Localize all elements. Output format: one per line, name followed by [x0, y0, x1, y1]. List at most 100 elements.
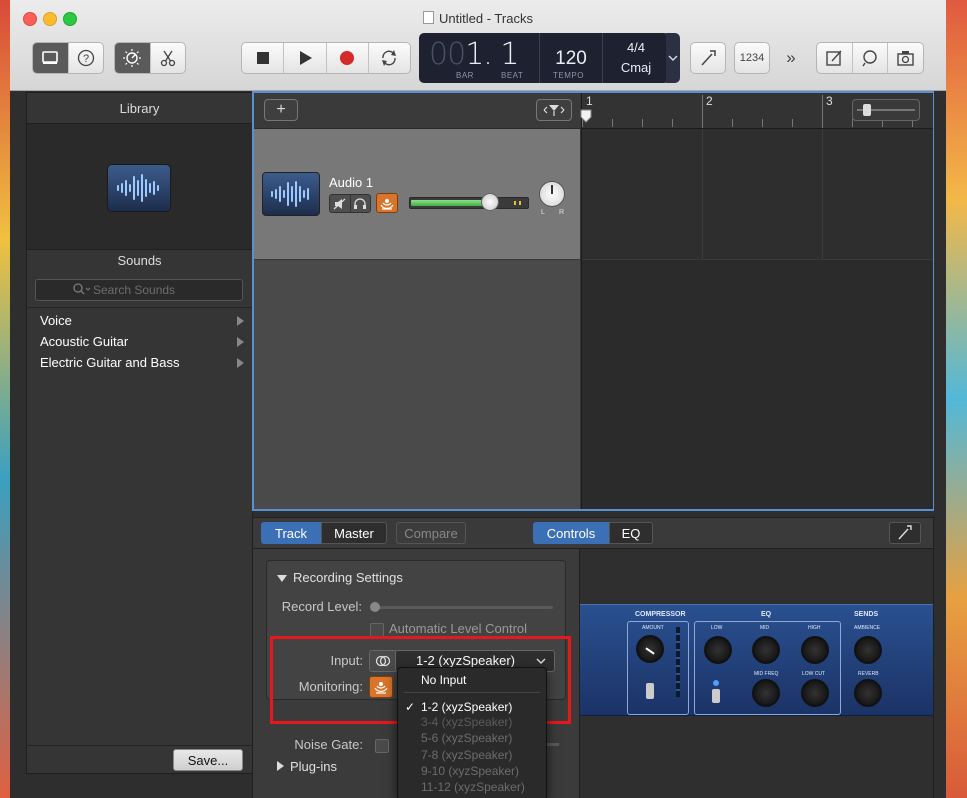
eq-low-knob[interactable] [704, 636, 732, 664]
compare-button[interactable]: Compare [396, 522, 466, 544]
stop-button[interactable] [242, 43, 285, 73]
count-in-button[interactable]: 1234 [734, 42, 770, 74]
playhead-icon[interactable] [580, 109, 592, 123]
auto-level-label: Automatic Level Control [389, 621, 528, 636]
menu-item-input-9-10: 9-10 (xyzSpeaker) [398, 763, 546, 779]
zoom-slider[interactable] [852, 99, 920, 121]
compressor-toggle[interactable] [646, 683, 654, 699]
library-item-acoustic-guitar[interactable]: Acoustic Guitar [40, 334, 250, 354]
tab-label: Controls [546, 525, 596, 541]
noise-gate-checkbox[interactable] [375, 739, 389, 753]
library-button[interactable] [33, 43, 69, 73]
tuner-button[interactable] [690, 42, 726, 74]
smart-controls-button[interactable] [115, 43, 151, 73]
stereo-mono-button[interactable] [369, 650, 397, 672]
notepad-icon [826, 50, 842, 66]
tab-eq[interactable]: EQ [609, 522, 653, 544]
loops-button[interactable] [853, 43, 889, 73]
lcd-bar-label: BAR [456, 71, 474, 80]
track-icon[interactable] [262, 172, 320, 216]
auto-level-checkbox[interactable] [370, 623, 384, 637]
playhead-filter-icon [543, 105, 565, 116]
input-dropdown-menu[interactable]: No Input ✓ 1-2 (xyzSpeaker) 3-4 (xyzSpea… [397, 667, 547, 798]
tab-label: Track [274, 525, 308, 541]
more-button[interactable]: » [780, 42, 802, 74]
grid-line [702, 129, 703, 259]
waveform-icon[interactable] [107, 164, 171, 212]
catch-playhead-button[interactable] [536, 99, 572, 121]
recording-settings-disclosure[interactable]: Recording Settings [277, 570, 403, 585]
track-row-audio-1[interactable]: Audio 1 L R [254, 129, 580, 260]
volume-thumb[interactable] [481, 193, 500, 211]
tab-master[interactable]: Master [321, 522, 387, 544]
search-field[interactable]: Search Sounds [35, 279, 243, 301]
pan-knob[interactable] [539, 181, 565, 207]
save-button[interactable]: Save... [173, 749, 243, 771]
input-select-value: 1-2 (xyzSpeaker) [416, 653, 515, 668]
menu-item-label: 7-8 (xyzSpeaker) [421, 748, 513, 762]
editors-button[interactable] [151, 43, 186, 73]
ambience-knob[interactable] [854, 636, 882, 664]
library-panel: Library Sounds Search Sounds Voice Acous… [26, 92, 253, 774]
peak-indicator [514, 201, 516, 205]
library-title: Library [119, 100, 160, 116]
solo-button[interactable] [351, 195, 371, 212]
count-in-label: 1234 [739, 52, 765, 64]
record-level-slider[interactable] [370, 602, 553, 612]
eq-toggle[interactable] [712, 689, 720, 703]
monitoring-label: Monitoring: [298, 679, 363, 694]
monitoring-toggle[interactable] [369, 676, 393, 698]
volume-meter [411, 200, 492, 206]
eq-mid-knob[interactable] [752, 636, 780, 664]
track-lane[interactable] [582, 129, 933, 260]
ruler[interactable]: 1 2 3 [580, 93, 933, 129]
media-icon [896, 51, 914, 66]
library-patch-area [27, 124, 252, 250]
lcd-time-signature: 4/4 [626, 40, 646, 55]
tab-controls[interactable]: Controls [533, 522, 609, 544]
menu-separator [404, 692, 540, 693]
track-name[interactable]: Audio 1 [329, 175, 373, 190]
menu-item-no-input[interactable]: No Input [398, 672, 546, 688]
tab-label: Compare [404, 525, 458, 541]
media-button[interactable] [888, 43, 923, 73]
pan-right-label: R [559, 209, 565, 216]
notepad-button[interactable] [817, 43, 853, 73]
eq-label: EQ [761, 611, 772, 618]
reverb-knob[interactable] [854, 679, 882, 707]
record-level-thumb[interactable] [370, 602, 380, 612]
zoom-thumb[interactable] [863, 104, 871, 116]
compressor-amount-knob[interactable] [636, 635, 664, 663]
stereo-icon [375, 655, 391, 667]
sends-label: SENDS [854, 611, 879, 618]
add-track-button[interactable]: + [264, 99, 298, 121]
save-label: Save... [187, 752, 229, 768]
menu-item-input-5-6: 5-6 (xyzSpeaker) [398, 730, 546, 746]
mid-freq-knob[interactable] [752, 679, 780, 707]
noise-gate-label: Noise Gate: [294, 737, 363, 752]
cycle-button[interactable] [369, 43, 410, 73]
menu-item-input-1-2[interactable]: ✓ 1-2 (xyzSpeaker) [398, 699, 546, 715]
lcd-display[interactable]: 001. 1 BAR BEAT 120 TEMPO 4/4 Cmaj [419, 33, 669, 83]
recording-settings-label: Recording Settings [293, 570, 403, 585]
play-button[interactable] [284, 43, 327, 73]
divider [27, 745, 252, 746]
ambience-label: AMBIENCE [854, 625, 881, 631]
lcd-dropdown[interactable] [666, 33, 680, 83]
mute-button[interactable] [330, 195, 351, 212]
input-monitoring-button[interactable] [376, 193, 398, 213]
eq-high-knob[interactable] [801, 636, 829, 664]
volume-slider[interactable] [409, 193, 529, 211]
tuner-button-editor[interactable] [889, 522, 921, 544]
low-cut-knob[interactable] [801, 679, 829, 707]
library-item-electric-guitar-bass[interactable]: Electric Guitar and Bass [40, 355, 250, 375]
tab-track[interactable]: Track [261, 522, 321, 544]
view-group: ? [32, 42, 104, 74]
search-icon [73, 283, 91, 295]
library-icon [42, 51, 59, 64]
timeline[interactable]: 1 2 3 [580, 93, 933, 509]
library-item-voice[interactable]: Voice [40, 313, 250, 333]
record-button[interactable] [327, 43, 369, 73]
help-button[interactable]: ? [69, 43, 104, 73]
plugins-disclosure[interactable]: Plug-ins [277, 759, 337, 774]
